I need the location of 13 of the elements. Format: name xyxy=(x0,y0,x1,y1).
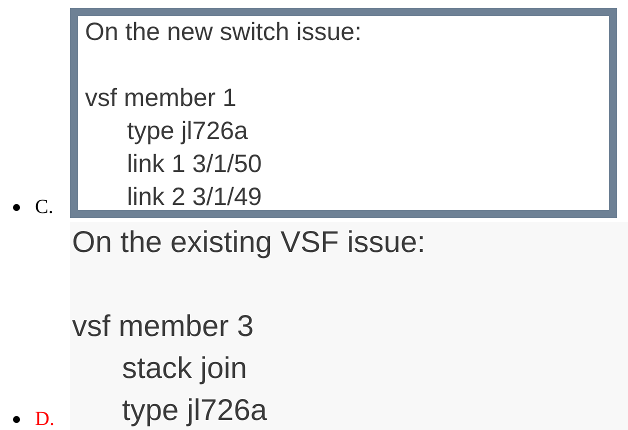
cli-heading: On the existing VSF issue: xyxy=(72,225,426,261)
cli-line: type jl726a xyxy=(127,116,248,147)
cli-line: vsf member 3 xyxy=(72,309,254,345)
cli-line: stack join xyxy=(122,351,248,387)
cli-line: vsf member 1 xyxy=(85,83,236,114)
bullet-icon xyxy=(13,416,20,423)
cli-line: link 2 3/1/49 xyxy=(127,182,262,210)
cli-line: link 1 3/1/50 xyxy=(127,149,262,180)
option-letter: C. xyxy=(35,196,54,218)
cli-heading: On the new switch issue: xyxy=(85,17,362,48)
cli-line: type jl726a xyxy=(122,393,268,429)
bullet-icon xyxy=(13,204,20,211)
option-letter: D. xyxy=(35,408,56,430)
